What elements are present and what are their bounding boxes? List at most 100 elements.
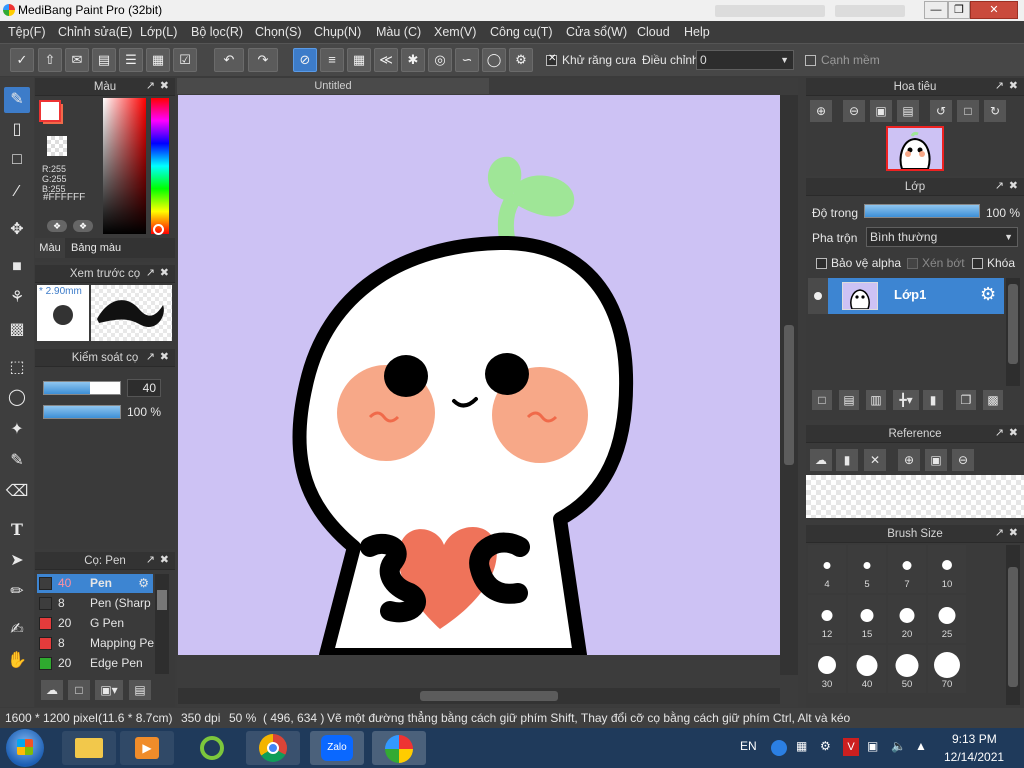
brush-list-scrollbar[interactable] (155, 574, 169, 674)
move-tool-icon[interactable]: ✥ (4, 217, 30, 243)
document-icon[interactable]: ☰ (119, 48, 143, 72)
circle-snap-icon[interactable]: ◎ (428, 48, 452, 72)
undock-icon[interactable]: ↗ (995, 526, 1004, 539)
layer-visibility-icon[interactable] (808, 278, 828, 314)
device-tray-icon[interactable]: ▣ (867, 739, 878, 753)
settings-tray-icon[interactable]: ⚙ (820, 739, 831, 753)
add-layer-menu-icon[interactable]: ╋▾ (893, 390, 919, 410)
download-brush-icon[interactable]: ☁ (41, 680, 63, 700)
cloud-save-icon[interactable]: ✓ (10, 48, 34, 72)
select-tool-icon[interactable]: ⬚ (4, 355, 30, 381)
undock-icon[interactable]: ↗ (146, 79, 155, 92)
saturation-value-picker[interactable] (103, 98, 146, 234)
brush-size-option[interactable]: 20 (888, 595, 926, 643)
rectangle-tool-icon[interactable]: □ (4, 147, 30, 173)
menu-snap[interactable]: Chụp(N) (314, 25, 361, 39)
menu-edit[interactable]: Chỉnh sửa(E) (58, 25, 132, 39)
maximize-button[interactable]: ❐ (948, 1, 970, 19)
zalo-icon[interactable]: Zalo (310, 731, 364, 765)
zalo-tray-icon[interactable] (771, 740, 787, 756)
transparent-color-swatch[interactable] (47, 136, 67, 156)
unikey-icon[interactable] (186, 731, 240, 765)
zoom-in-icon[interactable]: ⊕ (898, 449, 920, 471)
network-tray-icon[interactable]: ▦ (796, 739, 807, 753)
brush-list-item[interactable]: 8 Pen (Sharp (37, 594, 153, 613)
adjust-dropdown[interactable]: 0 ▼ (696, 50, 794, 70)
zoom-out-icon[interactable]: ⊖ (843, 100, 865, 122)
brush-size-option[interactable]: 30 (808, 645, 846, 693)
close-icon[interactable]: ✖ (1009, 426, 1018, 439)
medibang-taskbar-icon[interactable] (372, 731, 426, 765)
hue-slider[interactable] (151, 98, 169, 234)
tab-color[interactable]: Màu (35, 238, 65, 258)
gradient-tool-icon[interactable]: ▩ (4, 317, 30, 343)
brush-menu-icon[interactable]: ▣▾ (95, 680, 123, 700)
brush-size-slider[interactable] (43, 381, 121, 395)
fullscreen-icon[interactable]: □ (957, 100, 979, 122)
menu-window[interactable]: Cửa sổ(W) (566, 25, 627, 39)
merge-layer-icon[interactable]: ▩ (983, 390, 1003, 410)
new-halftone-layer-icon[interactable]: ▤ (839, 390, 859, 410)
hue-handle[interactable] (153, 224, 164, 235)
minimize-button[interactable]: — (924, 1, 948, 19)
brush-list-item[interactable]: 8 Mapping Pe (37, 634, 154, 653)
brush-tool-icon[interactable]: ✎ (4, 87, 30, 113)
close-reference-icon[interactable]: ✕ (864, 449, 886, 471)
canvas-tab[interactable]: Untitled (177, 78, 489, 94)
eyedropper-tool-icon[interactable]: ✍ (4, 617, 30, 643)
network-warning-icon[interactable]: ▲ (915, 739, 927, 753)
brush-list-item[interactable]: 20 Edge Pen (37, 654, 153, 673)
duplicate-layer-icon[interactable]: ❐ (956, 390, 976, 410)
bucket-tool-icon[interactable]: ⚘ (4, 285, 30, 311)
comment-icon[interactable]: ✉ (65, 48, 89, 72)
smooth-edge-checkbox[interactable] (805, 55, 816, 66)
shape-fill-tool-icon[interactable]: ■ (4, 254, 30, 280)
menu-color[interactable]: Màu (C) (376, 25, 421, 39)
layer-list-scrollbar[interactable] (1006, 278, 1020, 386)
canvas-vertical-scrollbar[interactable] (780, 95, 798, 675)
divide-tool-icon[interactable]: ✏ (4, 579, 30, 605)
new-layer-icon[interactable]: □ (812, 390, 832, 410)
menu-select[interactable]: Chọn(S) (255, 25, 302, 39)
palette-drop-icon[interactable]: ❖ (73, 220, 93, 232)
new-8bit-layer-icon[interactable]: ▥ (866, 390, 886, 410)
snap-off-icon[interactable]: ⊘ (293, 48, 317, 72)
select-eraser-tool-icon[interactable]: ⌫ (4, 479, 30, 505)
drawing-canvas[interactable] (178, 95, 780, 655)
palette-add-icon[interactable]: ❖ (47, 220, 67, 232)
antialias-checkbox[interactable]: ✕ (546, 53, 557, 66)
clock-date[interactable]: 12/14/2021 (944, 750, 1004, 764)
brush-size-option[interactable]: 10 (928, 545, 966, 593)
save-icon[interactable]: ▤ (92, 48, 116, 72)
folder-icon[interactable]: ▮ (923, 390, 943, 410)
undock-icon[interactable]: ↗ (146, 553, 155, 566)
menu-view[interactable]: Xem(V) (434, 25, 476, 39)
brush-size-option[interactable]: 50 (888, 645, 926, 693)
brush-list-item[interactable]: 20 G Pen (37, 614, 153, 633)
brush-size-option[interactable]: 7 (888, 545, 926, 593)
layer-row[interactable]: Lớp1 ⚙ (808, 278, 1004, 314)
brush-size-option[interactable]: 70 (928, 645, 966, 693)
close-icon[interactable]: ✖ (160, 553, 169, 566)
rotate-right-icon[interactable]: ↻ (984, 100, 1006, 122)
cloud-upload-icon[interactable]: ☁ (810, 449, 832, 471)
menu-cloud[interactable]: Cloud (637, 25, 670, 39)
clipping-checkbox[interactable] (907, 258, 918, 269)
clock-time[interactable]: 9:13 PM (952, 732, 997, 746)
gear-icon[interactable]: ⚙ (509, 48, 533, 72)
redo-icon[interactable]: ↷ (248, 48, 278, 72)
curve-snap-icon[interactable]: ∽ (455, 48, 479, 72)
chrome-icon[interactable] (246, 731, 300, 765)
close-icon[interactable]: ✖ (1009, 179, 1018, 192)
new-brush-icon[interactable]: □ (68, 680, 90, 700)
tab-palette[interactable]: Bảng màu (71, 238, 121, 258)
undock-icon[interactable]: ↗ (995, 179, 1004, 192)
undo-icon[interactable]: ↶ (214, 48, 244, 72)
gear-icon[interactable]: ⚙ (138, 574, 149, 593)
brush-properties-icon[interactable]: ▤ (129, 680, 151, 700)
brush-size-option[interactable]: 4 (808, 545, 846, 593)
reference-image-area[interactable] (806, 475, 1024, 518)
close-icon[interactable]: ✖ (160, 266, 169, 279)
share-icon[interactable]: ⇧ (38, 48, 62, 72)
fit-screen-icon[interactable]: ▣ (870, 100, 892, 122)
